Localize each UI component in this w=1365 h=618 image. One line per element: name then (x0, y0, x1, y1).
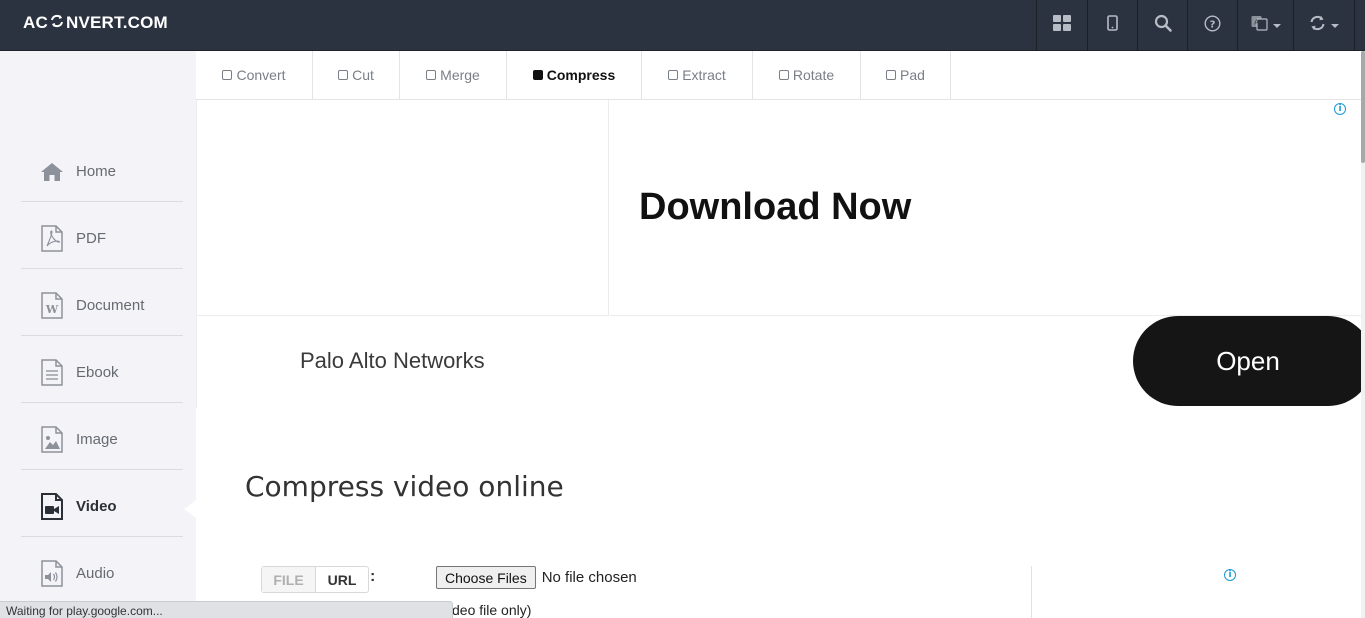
help-button[interactable]: ? (1187, 0, 1237, 51)
checkbox-icon (426, 70, 437, 80)
svg-text:?: ? (1210, 19, 1216, 30)
sidebar-item-label: Document (76, 297, 145, 314)
checkbox-icon (886, 70, 897, 80)
sidebar-item-ebook[interactable]: Ebook (21, 339, 183, 406)
sidebar-item-label: Ebook (76, 364, 119, 381)
ebook-file-icon (37, 358, 67, 388)
tool-tabs: Convert Cut Merge Compress Extract Rotat… (196, 51, 1365, 100)
sidebar-item-image[interactable]: Image (21, 406, 183, 473)
svg-text:W: W (45, 303, 59, 316)
ad-headline[interactable]: Download Now (639, 186, 911, 229)
checkbox-icon (778, 70, 789, 80)
tab-rotate[interactable]: Rotate (753, 51, 861, 99)
logo-suffix: NVERT.COM (65, 13, 168, 32)
top-navbar: AC NVERT.COM ? A (0, 0, 1365, 51)
sidebar-item-label: Image (76, 431, 118, 448)
tab-label: Rotate (792, 67, 835, 83)
tab-compress[interactable]: Compress (507, 51, 642, 99)
tab-label: Compress (546, 67, 616, 83)
checkbox-icon (668, 70, 679, 80)
choose-files-button[interactable]: Choose Files (436, 566, 536, 589)
sidebar-item-video[interactable]: Video (21, 473, 183, 540)
site-logo[interactable]: AC NVERT.COM (23, 13, 168, 33)
image-file-icon (37, 425, 67, 455)
sidebar-divider (21, 268, 183, 269)
grid-icon (1053, 15, 1071, 36)
sidebar-divider (21, 536, 183, 537)
ad-image-panel[interactable] (196, 100, 609, 316)
source-file-option[interactable]: FILE (262, 567, 316, 592)
tab-cut[interactable]: Cut (313, 51, 400, 99)
language-button[interactable]: A (1237, 0, 1293, 51)
search-icon (1154, 14, 1172, 37)
tab-extract[interactable]: Extract (642, 51, 753, 99)
active-item-indicator (184, 500, 196, 518)
svg-text:A: A (1254, 19, 1259, 27)
tab-label: Merge (440, 67, 480, 83)
mobile-icon (1107, 15, 1118, 36)
page-title: Compress video online (245, 470, 564, 503)
tab-label: Extract (682, 67, 726, 83)
tab-convert[interactable]: Convert (196, 51, 313, 99)
sidebar-item-document[interactable]: W Document (21, 272, 183, 339)
refresh-icon (1309, 15, 1326, 36)
field-colon: : (370, 568, 376, 585)
logo-prefix: AC (23, 13, 48, 32)
ad-advertiser-name[interactable]: Palo Alto Networks (300, 348, 485, 374)
sidebar-item-label: Video (76, 498, 117, 515)
home-icon (37, 157, 67, 187)
tab-pad[interactable]: Pad (861, 51, 951, 99)
sidebar-item-pdf[interactable]: PDF (21, 205, 183, 272)
language-icon: A (1251, 15, 1268, 36)
ad-open-button[interactable]: Open (1133, 316, 1365, 406)
sidebar-divider (21, 201, 183, 202)
sidebar-divider (21, 335, 183, 336)
checkbox-icon (222, 70, 233, 80)
tab-merge[interactable]: Merge (400, 51, 507, 99)
search-button[interactable] (1137, 0, 1187, 51)
sidebar: Home PDF W Document Ebook Image Video Au… (0, 51, 196, 618)
checkbox-checked-icon (532, 70, 543, 80)
sidebar-item-home[interactable]: Home (21, 138, 183, 205)
source-toggle: FILE URL (261, 566, 369, 593)
sidebar-item-audio[interactable]: Audio (21, 540, 183, 607)
sidebar-item-label: Audio (76, 565, 115, 582)
chevron-down-icon (1331, 23, 1339, 28)
scrollbar-thumb[interactable] (1361, 51, 1365, 163)
sidebar-item-label: PDF (76, 230, 106, 247)
column-divider (1031, 566, 1032, 618)
mobile-button[interactable] (1087, 0, 1137, 51)
video-file-icon (37, 492, 67, 522)
file-picker: Choose Files No file chosen (436, 566, 637, 589)
navbar-actions: ? A (1036, 0, 1355, 51)
checkbox-icon (338, 70, 349, 80)
ad-info-icon[interactable]: i (1224, 569, 1236, 581)
refresh-button[interactable] (1293, 0, 1355, 51)
help-icon: ? (1204, 14, 1221, 37)
source-url-option[interactable]: URL (316, 567, 368, 592)
browser-status-bar: Waiting for play.google.com... (0, 601, 453, 618)
sidebar-divider (21, 469, 183, 470)
ad-divider (196, 316, 197, 408)
chevron-down-icon (1272, 23, 1281, 28)
ad-info-icon[interactable]: i (1334, 103, 1346, 115)
sidebar-divider (21, 402, 183, 403)
apps-button[interactable] (1036, 0, 1087, 51)
tab-label: Cut (352, 67, 374, 83)
pdf-file-icon (37, 224, 67, 254)
convert-cycle-icon (49, 14, 65, 32)
tab-label: Pad (900, 67, 925, 83)
file-type-hint: deo file only) (452, 602, 532, 618)
audio-file-icon (37, 559, 67, 589)
word-document-icon: W (37, 291, 67, 321)
tab-label: Convert (236, 67, 286, 83)
sidebar-item-label: Home (76, 163, 117, 180)
selected-file-status: No file chosen (541, 569, 637, 586)
